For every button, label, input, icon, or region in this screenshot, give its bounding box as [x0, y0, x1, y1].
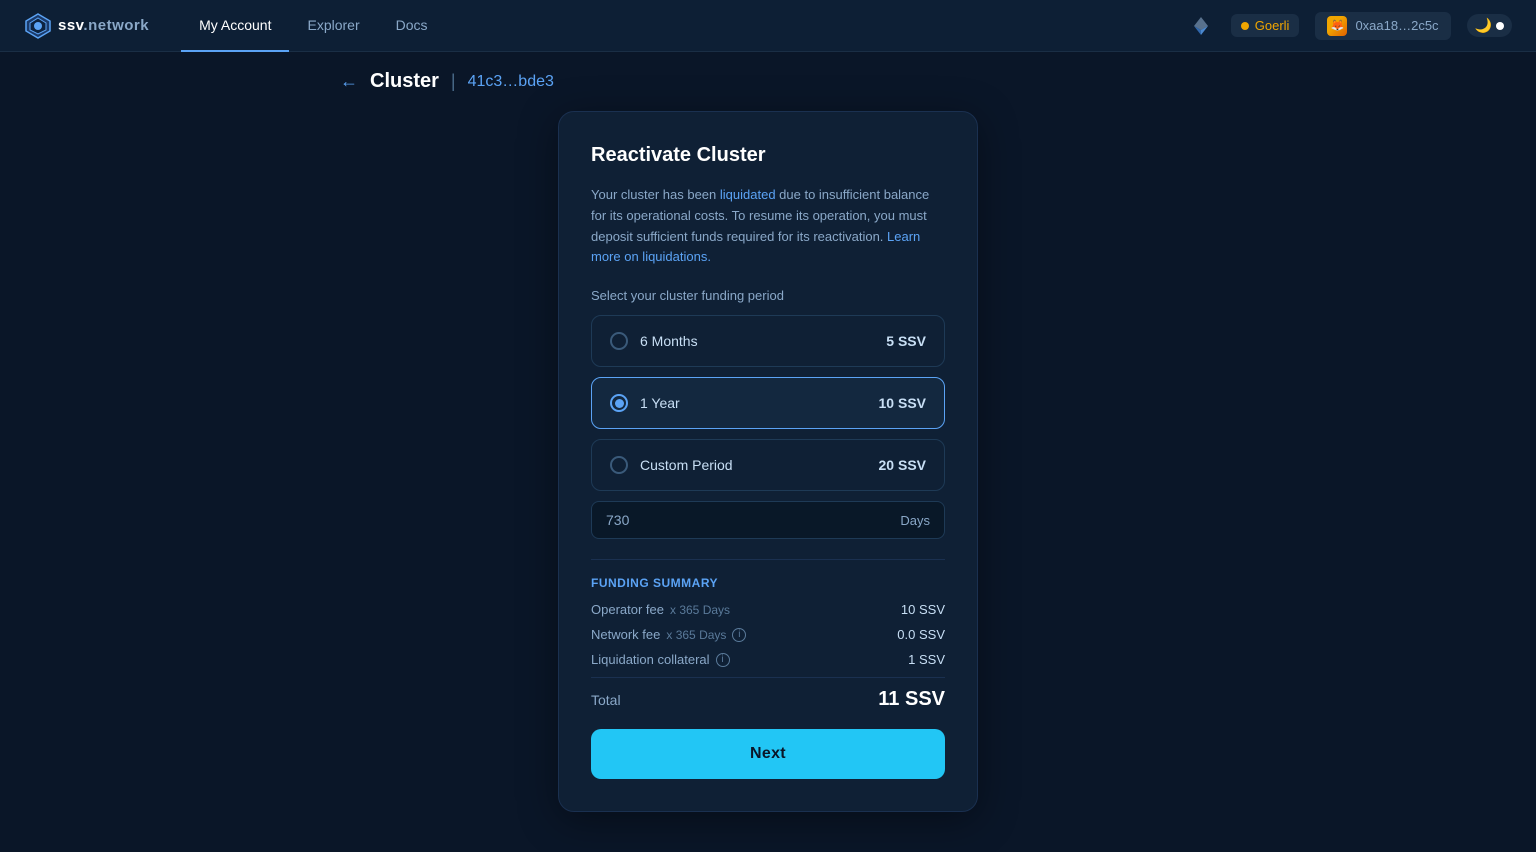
- period-label-6months: 6 Months: [640, 333, 698, 349]
- logo[interactable]: ssv.network: [24, 12, 149, 40]
- liquidation-collateral-info-icon[interactable]: i: [716, 653, 730, 667]
- summary-row-operator-fee: Operator fee x 365 Days 10 SSV: [591, 602, 945, 617]
- total-value: 11 SSV: [878, 688, 945, 711]
- period-value-6months: 5 SSV: [886, 333, 926, 349]
- period-value-custom: 20 SSV: [879, 457, 926, 473]
- card-description: Your cluster has been liquidated due to …: [591, 185, 945, 268]
- eth-icon: [1187, 12, 1215, 40]
- main-content: Reactivate Cluster Your cluster has been…: [0, 111, 1536, 852]
- operator-fee-text: Operator fee: [591, 602, 664, 617]
- total-label: Total: [591, 692, 621, 708]
- navbar-right: Goerli 🦊 0xaa18…2c5c 🌙: [1187, 12, 1512, 40]
- network-status-dot: [1241, 22, 1249, 30]
- operator-fee-label: Operator fee x 365 Days: [591, 602, 730, 617]
- liquidated-link[interactable]: liquidated: [720, 187, 776, 202]
- navbar: ssv.network My Account Explorer Docs Goe…: [0, 0, 1536, 52]
- network-fee-info-icon[interactable]: i: [732, 628, 746, 642]
- breadcrumb-title: Cluster: [370, 70, 439, 93]
- radio-inner-1year: [615, 399, 624, 408]
- total-row: Total 11 SSV: [591, 677, 945, 711]
- custom-period-input-wrapper: Days: [591, 501, 945, 539]
- liquidation-collateral-text: Liquidation collateral: [591, 652, 710, 667]
- breadcrumb-separator: |: [451, 71, 456, 92]
- nav-my-account[interactable]: My Account: [181, 0, 289, 52]
- logo-text: ssv.network: [58, 17, 149, 34]
- period-option-6months[interactable]: 6 Months 5 SSV: [591, 315, 945, 367]
- period-section-label: Select your cluster funding period: [591, 288, 945, 303]
- period-label-1year: 1 Year: [640, 395, 680, 411]
- network-badge[interactable]: Goerli: [1231, 14, 1300, 37]
- theme-toggle[interactable]: 🌙: [1467, 14, 1512, 37]
- nav-docs[interactable]: Docs: [378, 0, 446, 52]
- operator-fee-value: 10 SSV: [901, 602, 945, 617]
- funding-summary: Funding Summary Operator fee x 365 Days …: [591, 559, 945, 711]
- network-fee-label: Network fee x 365 Days i: [591, 627, 746, 642]
- back-button[interactable]: ←: [340, 71, 358, 92]
- custom-days-input[interactable]: [606, 512, 726, 528]
- wallet-icon: 🦊: [1327, 16, 1347, 36]
- network-fee-value: 0.0 SSV: [897, 627, 945, 642]
- network-fee-tag: x 365 Days: [666, 628, 726, 642]
- funding-summary-title: Funding Summary: [591, 576, 945, 590]
- radio-1year: [610, 394, 628, 412]
- logo-icon: [24, 12, 52, 40]
- period-left-1year: 1 Year: [610, 394, 680, 412]
- toggle-dot: [1496, 22, 1504, 30]
- radio-6months: [610, 332, 628, 350]
- nav-links: My Account Explorer Docs: [181, 0, 445, 52]
- period-left-6months: 6 Months: [610, 332, 698, 350]
- reactivate-cluster-card: Reactivate Cluster Your cluster has been…: [558, 111, 978, 812]
- radio-custom: [610, 456, 628, 474]
- liquidation-collateral-label: Liquidation collateral i: [591, 652, 730, 667]
- desc-text-start: Your cluster has been: [591, 187, 720, 202]
- nav-explorer[interactable]: Explorer: [289, 0, 377, 52]
- breadcrumb-cluster-id: 41c3…bde3: [468, 73, 554, 91]
- wallet-address-text: 0xaa18…2c5c: [1355, 18, 1438, 33]
- card-title: Reactivate Cluster: [591, 144, 945, 167]
- summary-row-liquidation-collateral: Liquidation collateral i 1 SSV: [591, 652, 945, 667]
- network-name: Goerli: [1255, 18, 1290, 33]
- wallet-address[interactable]: 🦊 0xaa18…2c5c: [1315, 12, 1450, 40]
- operator-fee-tag: x 365 Days: [670, 603, 730, 617]
- breadcrumb-bar: ← Cluster | 41c3…bde3: [0, 52, 1536, 111]
- period-left-custom: Custom Period: [610, 456, 733, 474]
- summary-row-network-fee: Network fee x 365 Days i 0.0 SSV: [591, 627, 945, 642]
- period-option-custom[interactable]: Custom Period 20 SSV: [591, 439, 945, 491]
- period-value-1year: 10 SSV: [879, 395, 926, 411]
- period-option-1year[interactable]: 1 Year 10 SSV: [591, 377, 945, 429]
- days-label: Days: [900, 513, 930, 528]
- moon-icon: 🌙: [1475, 17, 1492, 34]
- network-fee-text: Network fee: [591, 627, 660, 642]
- period-label-custom: Custom Period: [640, 457, 733, 473]
- next-button[interactable]: Next: [591, 729, 945, 779]
- liquidation-collateral-value: 1 SSV: [908, 652, 945, 667]
